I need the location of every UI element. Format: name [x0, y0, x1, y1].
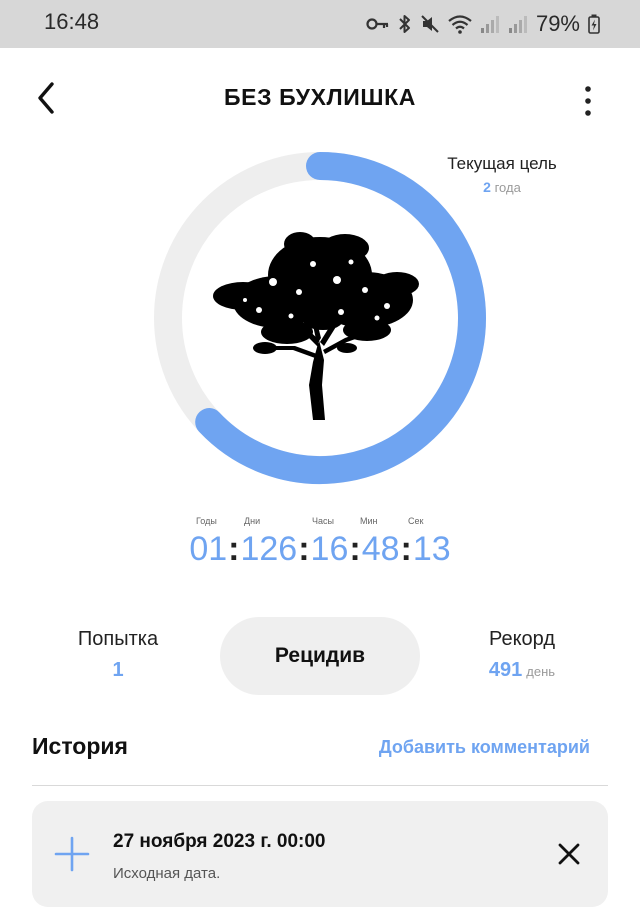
relapse-button[interactable]: Рецидив — [220, 617, 420, 695]
timer-labels: Годы Дни Часы Мин Сек — [0, 516, 640, 528]
bluetooth-icon — [399, 15, 410, 33]
history-title: История — [32, 733, 128, 759]
timer-label-hours: Часы — [312, 516, 334, 526]
timer-separator: : — [349, 530, 361, 568]
close-icon[interactable] — [558, 843, 580, 865]
app-header: БЕЗ БУХЛИШКА — [0, 48, 640, 152]
tree-icon — [213, 232, 419, 420]
record-unit: день — [526, 664, 556, 679]
mute-icon — [421, 15, 439, 33]
history-item-date: 27 ноября 2023 г. 00:00 — [113, 831, 326, 852]
page-title: БЕЗ БУХЛИШКА — [224, 84, 416, 110]
record-value-row: 491 день — [462, 659, 582, 682]
status-bar: 16:48 79% — [0, 0, 640, 48]
goal-value: 2 года — [434, 179, 570, 195]
timer-separator: : — [228, 530, 240, 568]
goal-number: 2 — [483, 179, 491, 195]
timer-label-seconds: Сек — [408, 516, 424, 526]
timer-label-minutes: Мин — [360, 516, 378, 526]
attempt-label: Попытка — [77, 628, 159, 650]
timer-days: 126 — [240, 530, 298, 568]
timer-seconds: 13 — [412, 530, 451, 568]
vpn-key-icon — [366, 18, 389, 30]
timer-label-days: Дни — [244, 516, 261, 526]
history-item-note: Исходная дата. — [113, 865, 221, 882]
status-time: 16:48 — [44, 9, 100, 34]
goal-label: Текущая цель — [447, 154, 557, 173]
attempt-value: 1 — [112, 659, 124, 681]
battery-percent: 79% — [535, 11, 580, 36]
timer-years: 01 — [189, 530, 228, 568]
timer-separator: : — [400, 530, 412, 568]
timer-hours: 16 — [310, 530, 349, 568]
timer-separator: : — [298, 530, 310, 568]
add-comment-link[interactable]: Добавить комментарий — [379, 737, 590, 758]
more-vertical-icon[interactable] — [580, 84, 596, 118]
record-stat: Рекорд 491 день — [462, 628, 582, 682]
wifi-icon — [448, 15, 472, 34]
record-value: 491 — [488, 659, 523, 681]
attempt-stat: Попытка 1 — [58, 628, 178, 682]
elapsed-timer: 01:126:16:48:13 — [0, 530, 640, 569]
plus-icon[interactable] — [54, 836, 90, 872]
record-label: Рекорд — [488, 628, 555, 650]
status-icons: 79% — [366, 10, 600, 38]
timer-label-years: Годы — [196, 516, 217, 526]
history-item[interactable]: 27 ноября 2023 г. 00:00 Исходная дата. — [32, 801, 608, 907]
current-goal[interactable]: Текущая цель 2 года — [434, 154, 570, 195]
signal-icon — [508, 16, 527, 33]
divider — [32, 785, 608, 786]
goal-unit: года — [494, 180, 521, 195]
timer-minutes: 48 — [361, 530, 400, 568]
signal-icon — [480, 16, 499, 33]
battery-charging-icon — [588, 14, 600, 34]
